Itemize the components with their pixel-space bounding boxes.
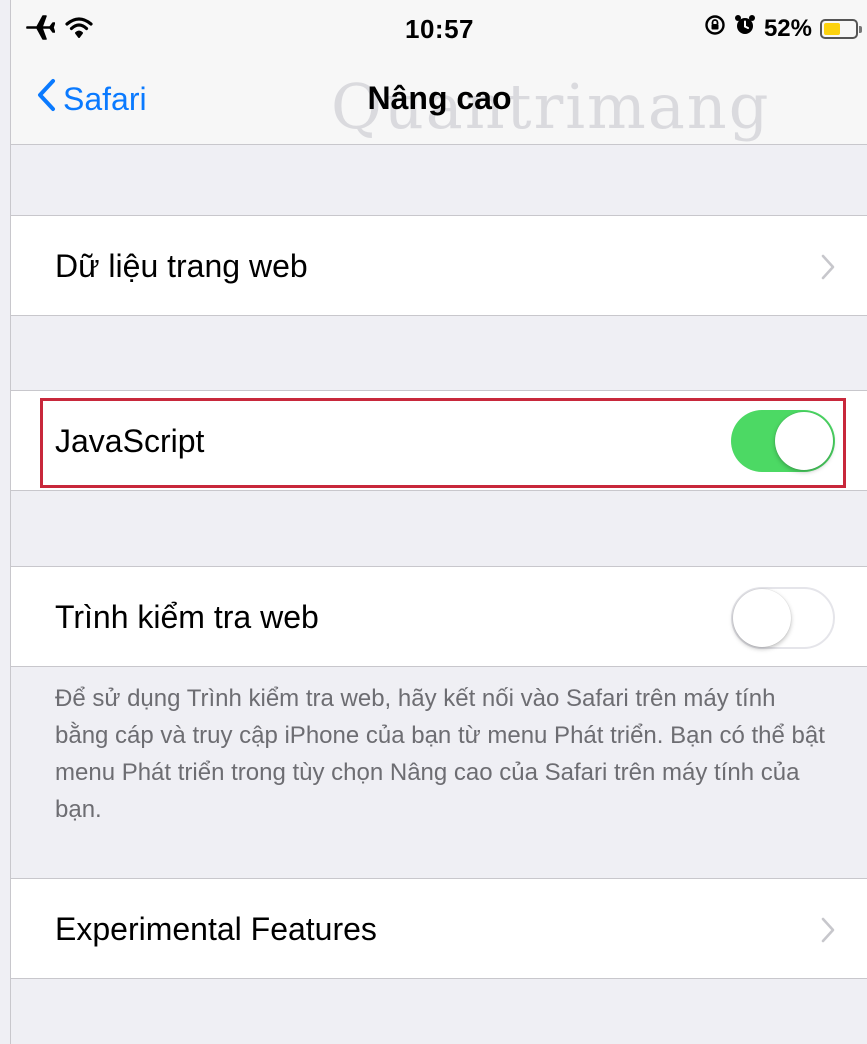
status-right: 52%: [704, 14, 862, 43]
web-inspector-toggle[interactable]: [731, 587, 835, 649]
toggle-knob: [733, 589, 791, 647]
javascript-row: JavaScript: [11, 390, 867, 491]
battery-fill: [824, 22, 840, 35]
settings-screen: 10:57 52% Quantrimang Safari Nâng cao Dữ…: [10, 0, 867, 1044]
javascript-toggle[interactable]: [731, 410, 835, 472]
status-bar: 10:57 52%: [11, 0, 867, 60]
toggle-knob: [775, 412, 833, 470]
web-inspector-label: Trình kiểm tra web: [55, 599, 319, 635]
battery-icon: [820, 18, 862, 39]
web-inspector-row: Trình kiểm tra web: [11, 566, 867, 667]
web-inspector-footer: Để sử dụng Trình kiểm tra web, hãy kết n…: [55, 685, 825, 823]
battery-percent: 52%: [763, 14, 812, 42]
javascript-label: JavaScript: [55, 423, 205, 459]
navigation-bar: Quantrimang Safari Nâng cao: [11, 60, 867, 145]
website-data-label: Dữ liệu trang web: [55, 248, 308, 284]
experimental-features-row[interactable]: Experimental Features: [11, 878, 867, 979]
website-data-row[interactable]: Dữ liệu trang web: [11, 215, 867, 316]
experimental-features-label: Experimental Features: [55, 911, 377, 947]
chevron-right-icon: [820, 253, 836, 286]
page-title: Nâng cao: [367, 80, 512, 116]
chevron-right-icon: [820, 916, 836, 949]
orientation-lock-icon: [704, 14, 726, 43]
alarm-icon: [734, 14, 756, 43]
